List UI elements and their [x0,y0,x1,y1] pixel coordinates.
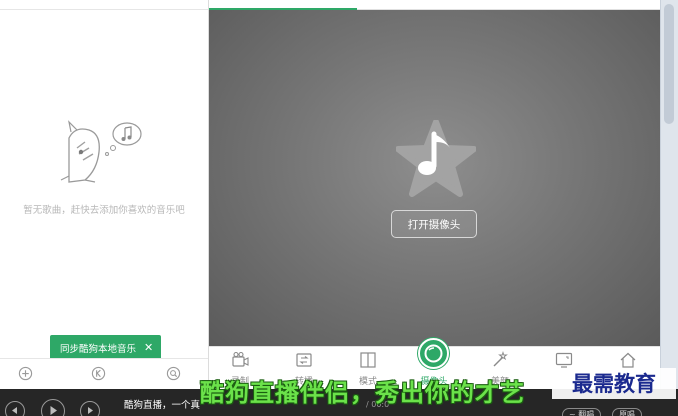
watermark-logo: 最需教育 [552,368,676,399]
tab-bar [209,0,660,10]
empty-playlist-message: 暂无歌曲，赶快去添加你喜欢的音乐吧 [23,205,185,216]
play-icon [50,406,57,415]
scene-switch-icon [296,353,312,367]
scrollbar-thumb[interactable] [664,4,674,124]
playlist-header [0,0,208,10]
promo-caption: 酷狗直播伴侣，秀出你的才艺 [200,379,525,407]
previous-button[interactable] [5,401,25,416]
tab-2[interactable] [357,0,507,10]
search-icon[interactable] [166,366,181,381]
kugou-icon[interactable] [91,366,106,381]
mode-icon [360,352,376,368]
play-button[interactable] [41,399,65,416]
kugou-music-star-logo [396,120,476,197]
camera-panel: 打开摄像头 录制 转播 模式 摄像头 美颜 [209,0,660,389]
previous-icon [12,407,17,414]
sync-local-music-button[interactable]: 同步酷狗本地音乐 ✕ [50,335,162,365]
sync-button-label: 同步酷狗本地音乐 [60,343,137,355]
window-scrollbar[interactable] [660,0,678,389]
cover-song-toggle[interactable]: ~ 翻唱 [562,408,602,416]
close-icon[interactable]: ✕ [144,342,153,353]
record-icon [232,351,249,367]
tab-3[interactable] [507,0,660,10]
camera-toggle-button[interactable] [418,338,449,369]
open-camera-button[interactable]: 打开摄像头 [391,210,477,238]
next-icon [88,407,93,414]
empty-cat-illustration [60,120,142,183]
screen-share-icon [555,352,573,368]
now-playing-title: 酷狗直播，一个真 [124,400,201,411]
playlist-footer [0,358,208,389]
camera-preview: 打开摄像头 [209,10,660,346]
home-icon [620,352,636,368]
next-button[interactable] [80,401,100,416]
original-vocal-toggle[interactable]: 原唱 [612,408,642,416]
playlist-panel: 暂无歌曲，赶快去添加你喜欢的音乐吧 同步酷狗本地音乐 ✕ [0,0,209,389]
add-icon[interactable] [18,366,33,381]
magic-wand-icon [493,351,508,367]
camera-lens-icon [424,344,443,363]
